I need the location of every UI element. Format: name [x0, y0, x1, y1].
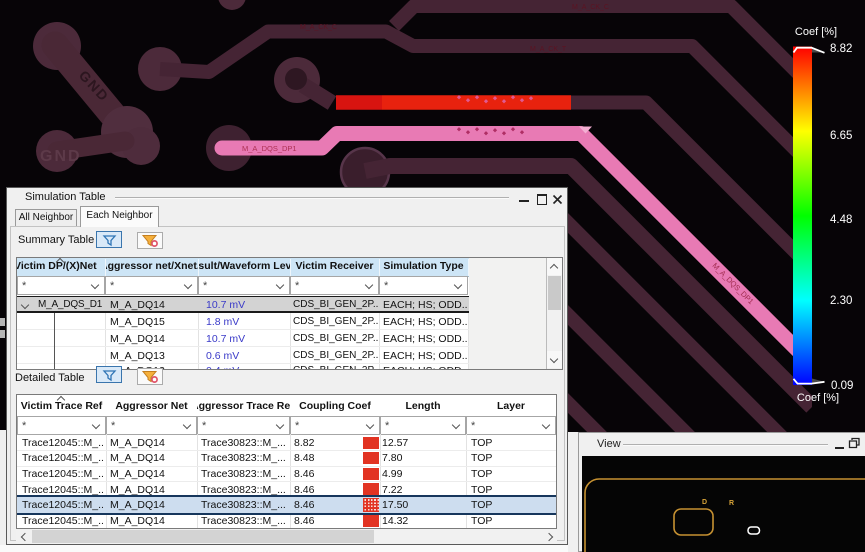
- svg-text:M_A_DQS_DP1: M_A_DQS_DP1: [711, 261, 756, 306]
- svg-text:M_A_DQS_DP1: M_A_DQS_DP1: [242, 144, 297, 153]
- svg-text:R: R: [729, 500, 734, 507]
- svg-text:M_A_CK_C: M_A_CK_C: [300, 24, 337, 31]
- svg-text:M_A_CK_T: M_A_CK_T: [530, 46, 567, 53]
- svg-text:M_A_CK_C: M_A_CK_C: [572, 4, 609, 11]
- svg-text:D: D: [702, 499, 707, 506]
- svg-text:GND: GND: [40, 148, 82, 165]
